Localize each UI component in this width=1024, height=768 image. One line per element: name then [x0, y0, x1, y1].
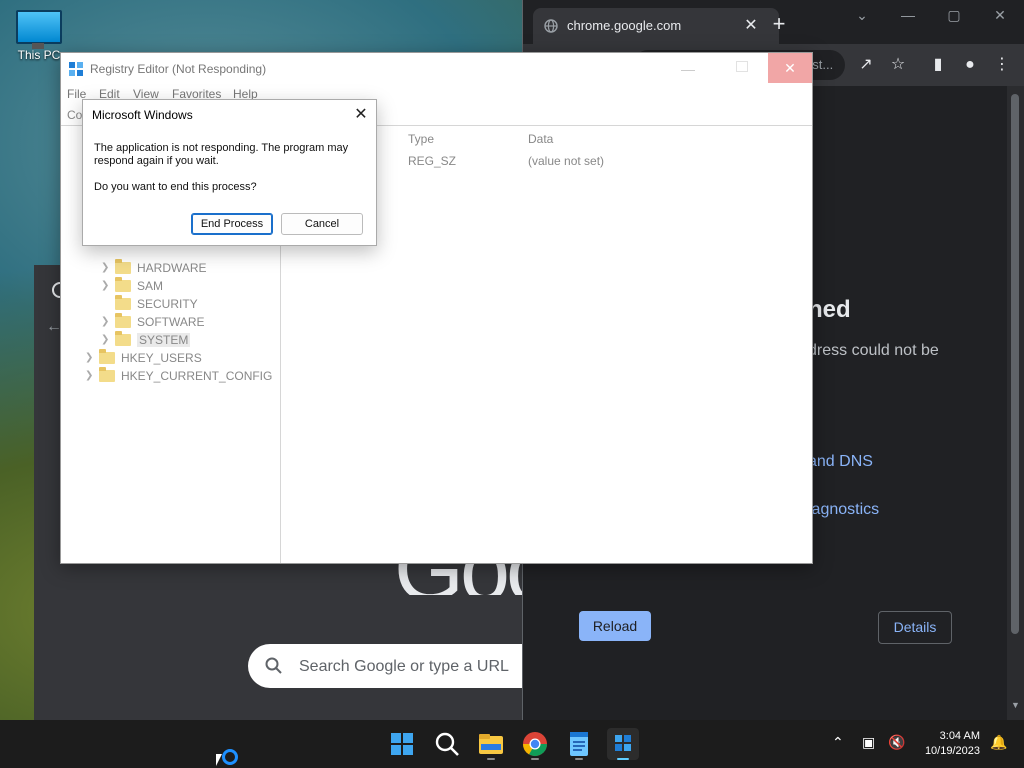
tree-item-label: HKEY_USERS: [121, 351, 202, 365]
scroll-thumb[interactable]: [1011, 94, 1019, 634]
chevron-up-icon[interactable]: ⌃: [832, 734, 844, 751]
scrollbar[interactable]: ▼: [1007, 86, 1024, 720]
running-indicator: [531, 758, 539, 760]
folder-icon: [115, 313, 131, 328]
maximize-button[interactable]: [736, 61, 748, 72]
volume-muted-icon[interactable]: 🔇: [888, 734, 905, 751]
close-tab-icon[interactable]: ✕: [741, 15, 761, 35]
taskbar: ⌃ ▣ 🔇 3:04 AM 10/19/2023 🔔: [0, 720, 1024, 768]
desktop-icon-this-pc[interactable]: This PC: [14, 10, 64, 62]
tab-chrome-google[interactable]: chrome.google.com ✕: [533, 8, 779, 44]
scroll-down-icon[interactable]: ▼: [1011, 700, 1020, 710]
value-type[interactable]: REG_SZ: [408, 154, 456, 168]
more-menu-icon[interactable]: ⋮: [991, 54, 1013, 76]
notification-bell-icon[interactable]: 🔔: [990, 734, 1007, 751]
bookmark-star-icon[interactable]: ☆: [887, 54, 909, 76]
chevron-right-icon[interactable]: ❯: [85, 370, 95, 381]
notepad-icon: [570, 732, 588, 756]
chevron-right-icon[interactable]: ❯: [101, 280, 111, 291]
active-indicator: [617, 758, 629, 760]
clock-time: 3:04 AM: [939, 730, 980, 742]
check-dns-link[interactable]: and DNS: [808, 453, 873, 471]
regedit-button[interactable]: [607, 728, 639, 760]
address-label: Co: [67, 108, 83, 122]
file-explorer-icon: [479, 734, 503, 754]
globe-icon: [544, 19, 558, 33]
chevron-right-icon[interactable]: ❯: [101, 262, 111, 273]
dialog-question: Do you want to end this process?: [94, 181, 257, 193]
error-title: hed: [808, 296, 851, 323]
chevron-right-icon[interactable]: ❯: [85, 352, 95, 363]
folder-icon: [99, 367, 115, 382]
chevron-right-icon[interactable]: ❯: [101, 316, 111, 327]
minimize-button[interactable]: —: [885, 0, 931, 30]
google-search-box[interactable]: Search Google or type a URL: [248, 644, 548, 688]
running-indicator: [487, 758, 495, 760]
mouse-pointer-icon: [216, 754, 222, 766]
title-bar[interactable]: Registry Editor (Not Responding) — ✕: [61, 53, 812, 85]
not-responding-dialog: Microsoft Windows ✕ The application is n…: [82, 99, 377, 246]
minimize-button[interactable]: —: [681, 61, 695, 77]
computer-icon: [16, 10, 62, 49]
network-diagnostics-link[interactable]: iagnostics: [808, 501, 879, 519]
tab-strip: chrome.google.com ✕ + ⌄ — ▢ ✕: [523, 0, 1024, 48]
close-button[interactable]: ✕: [768, 53, 812, 83]
search-placeholder: Search Google or type a URL: [299, 658, 509, 675]
close-window-button[interactable]: ✕: [977, 0, 1023, 30]
tree-item-label: HARDWARE: [137, 261, 207, 275]
window-title: Registry Editor (Not Responding): [90, 62, 267, 76]
tree-item-label: HKEY_CURRENT_CONFIG: [121, 369, 273, 383]
share-icon[interactable]: ↗: [855, 54, 877, 76]
value-data[interactable]: (value not set): [528, 154, 604, 168]
column-header-type[interactable]: Type: [408, 132, 434, 146]
file-explorer-button[interactable]: [475, 728, 507, 760]
side-panel-icon[interactable]: ▮: [927, 54, 949, 76]
folder-icon: [115, 331, 131, 346]
chrome-icon: [523, 732, 547, 757]
folder-icon: [115, 277, 131, 292]
tree-item-label: SYSTEM: [137, 333, 191, 347]
maximize-button[interactable]: ▢: [931, 0, 977, 30]
column-header-data[interactable]: Data: [528, 132, 553, 146]
new-tab-button[interactable]: +: [767, 12, 791, 36]
clock-date: 10/19/2023: [924, 745, 980, 757]
start-button[interactable]: [386, 728, 418, 760]
notepad-button[interactable]: [563, 728, 595, 760]
tree-item-label: SECURITY: [137, 297, 198, 311]
details-button[interactable]: Details: [878, 611, 952, 644]
error-description: dress could not be: [808, 342, 939, 359]
folder-icon: [99, 349, 115, 364]
chevron-right-icon[interactable]: ❯: [101, 334, 111, 345]
reload-button[interactable]: Reload: [579, 611, 651, 641]
search-icon: [265, 657, 282, 674]
folder-icon: [115, 295, 131, 310]
running-indicator: [575, 758, 583, 760]
end-process-button[interactable]: End Process: [191, 213, 273, 235]
close-icon[interactable]: ✕: [353, 104, 369, 124]
network-icon[interactable]: ▣: [862, 734, 875, 751]
search-icon: [435, 732, 459, 756]
busy-cursor-icon: [222, 749, 238, 765]
system-clock[interactable]: 3:04 AM 10/19/2023: [912, 729, 980, 759]
start-icon: [391, 733, 413, 755]
profile-icon[interactable]: ●: [959, 54, 981, 76]
chrome-button[interactable]: [519, 728, 551, 760]
regedit-icon: [615, 735, 631, 751]
desktop-icon-label: This PC: [17, 48, 61, 62]
regedit-icon: [69, 62, 83, 76]
tree-item-label: SOFTWARE: [137, 315, 205, 329]
tab-search-icon[interactable]: ⌄: [839, 0, 885, 30]
dialog-title: Microsoft Windows: [92, 108, 193, 122]
tab-title: chrome.google.com: [567, 18, 682, 33]
tree-item-label: SAM: [137, 279, 164, 293]
folder-icon: [115, 259, 131, 274]
dialog-message: The application is not responding. The p…: [94, 142, 349, 167]
search-button[interactable]: [431, 728, 463, 760]
cancel-button[interactable]: Cancel: [281, 213, 363, 235]
